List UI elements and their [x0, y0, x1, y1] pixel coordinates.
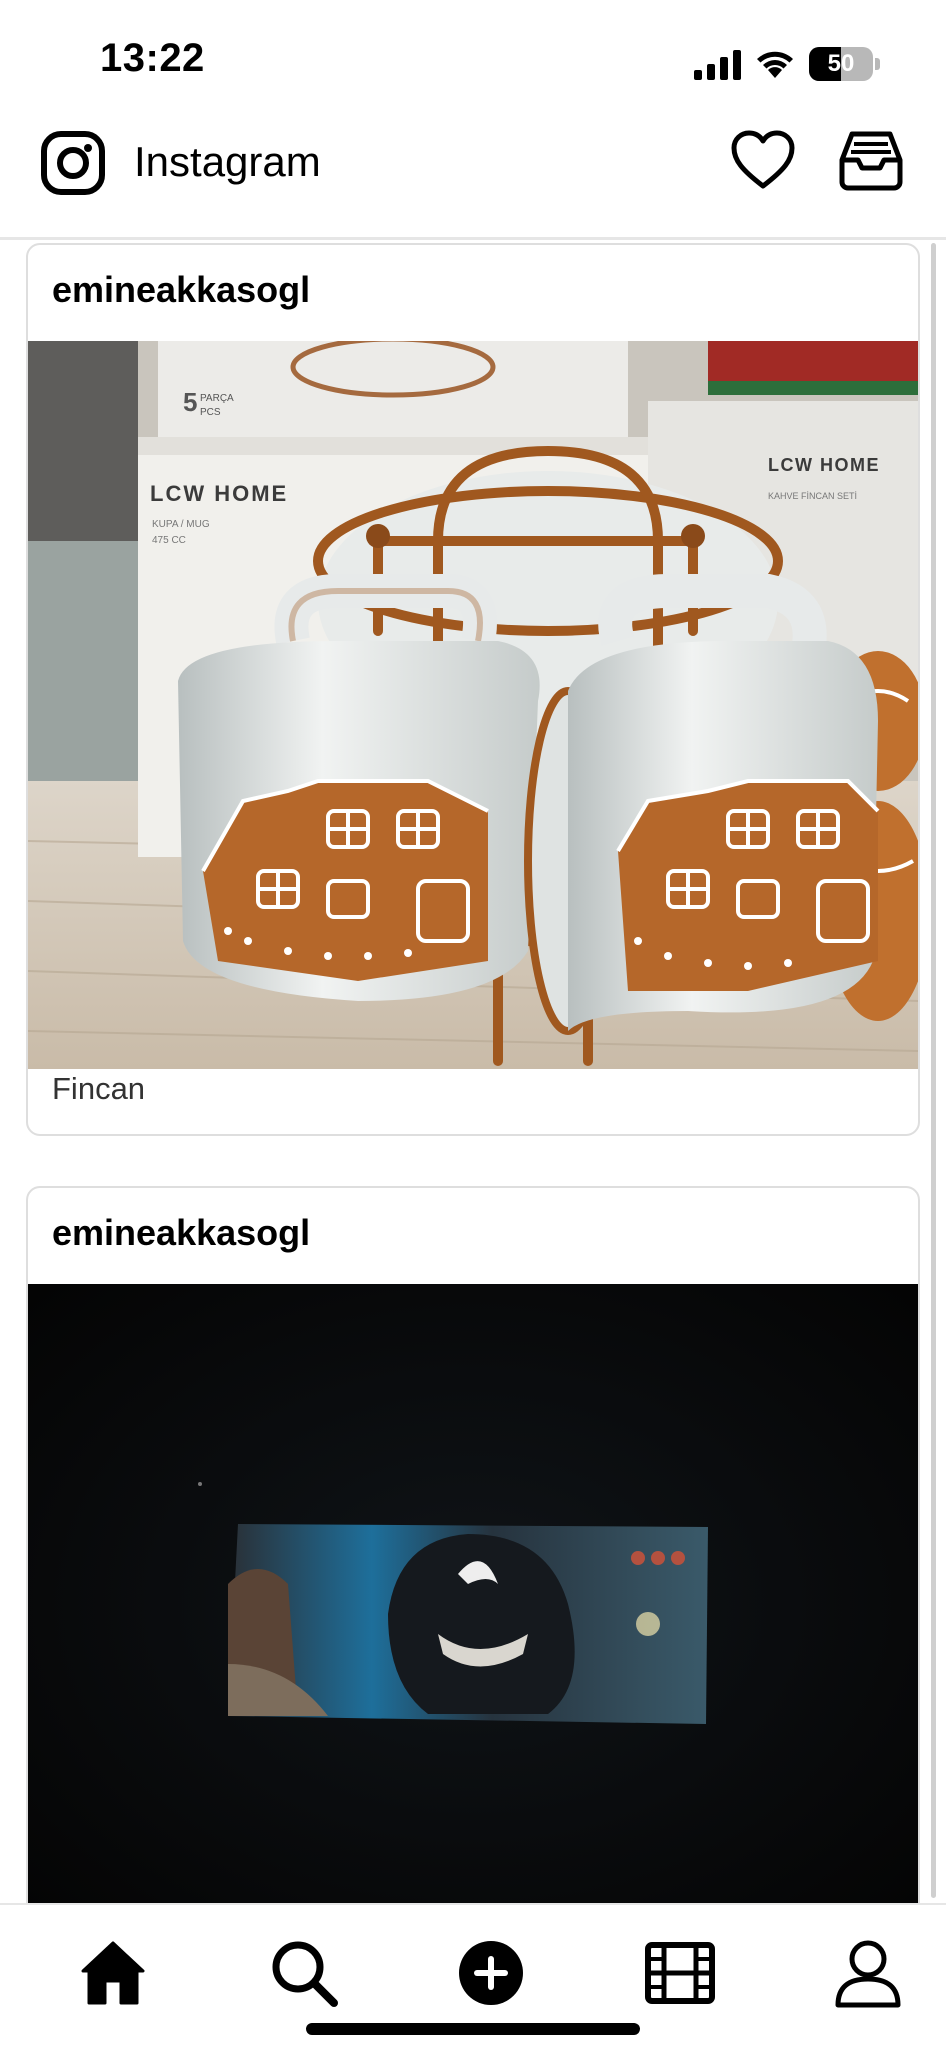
create-plus-icon[interactable] [455, 1937, 527, 2009]
post-username[interactable]: emineakkasogl [52, 1212, 310, 1254]
post-image-gingerbread-mugs[interactable]: 5 PARÇA PCS LCW HOME KUPA / MUG 475 CC L… [28, 341, 918, 1069]
post-card[interactable]: emineakkasogl [26, 243, 920, 1136]
wifi-icon [757, 51, 793, 78]
box-label-volume: 475 CC [152, 535, 186, 546]
home-icon[interactable] [77, 1937, 149, 2009]
bottom-nav [0, 1903, 946, 2048]
status-indicators: 50 [694, 44, 880, 84]
instagram-logo-icon[interactable] [40, 130, 106, 196]
profile-icon[interactable] [832, 1937, 904, 2009]
status-bar: 13:22 50 [0, 0, 946, 118]
box-label-mug: KUPA / MUG [152, 519, 210, 530]
inbox-tray-icon[interactable] [838, 128, 904, 194]
battery-level: 50 [827, 50, 855, 77]
battery-icon: 50 [809, 47, 880, 81]
home-indicator[interactable] [306, 2023, 640, 2035]
cinema-photo [28, 1284, 918, 1903]
box-label-pcs: PCS [200, 407, 221, 418]
reels-icon[interactable] [644, 1937, 716, 2009]
scrollbar[interactable] [931, 243, 936, 1898]
post-card[interactable]: emineakkasogl [26, 1186, 920, 1903]
box-brand-2: LCW HOME [768, 455, 880, 475]
app-header: Instagram [0, 118, 946, 240]
heart-icon[interactable] [730, 128, 796, 194]
status-time: 13:22 [100, 36, 205, 80]
box-label-parca: PARÇA [200, 393, 234, 404]
post-caption: Fincan [52, 1071, 146, 1106]
search-icon[interactable] [268, 1937, 340, 2009]
box-brand-1: LCW HOME [150, 481, 288, 506]
left-mug [178, 574, 540, 1001]
box-label-5: 5 [183, 387, 197, 417]
post-image-cinema-screen[interactable] [28, 1284, 918, 1903]
app-title: Instagram [134, 138, 321, 185]
mugs-photo: 5 PARÇA PCS LCW HOME KUPA / MUG 475 CC L… [28, 341, 918, 1069]
box-label-coffee-set: KAHVE FİNCAN SETİ [768, 491, 857, 501]
cellular-signal-icon [694, 48, 741, 80]
post-username[interactable]: emineakkasogl [52, 269, 310, 311]
feed[interactable]: emineakkasogl 5 PARÇA PCS LCW HOME KUPA … [0, 243, 946, 1903]
